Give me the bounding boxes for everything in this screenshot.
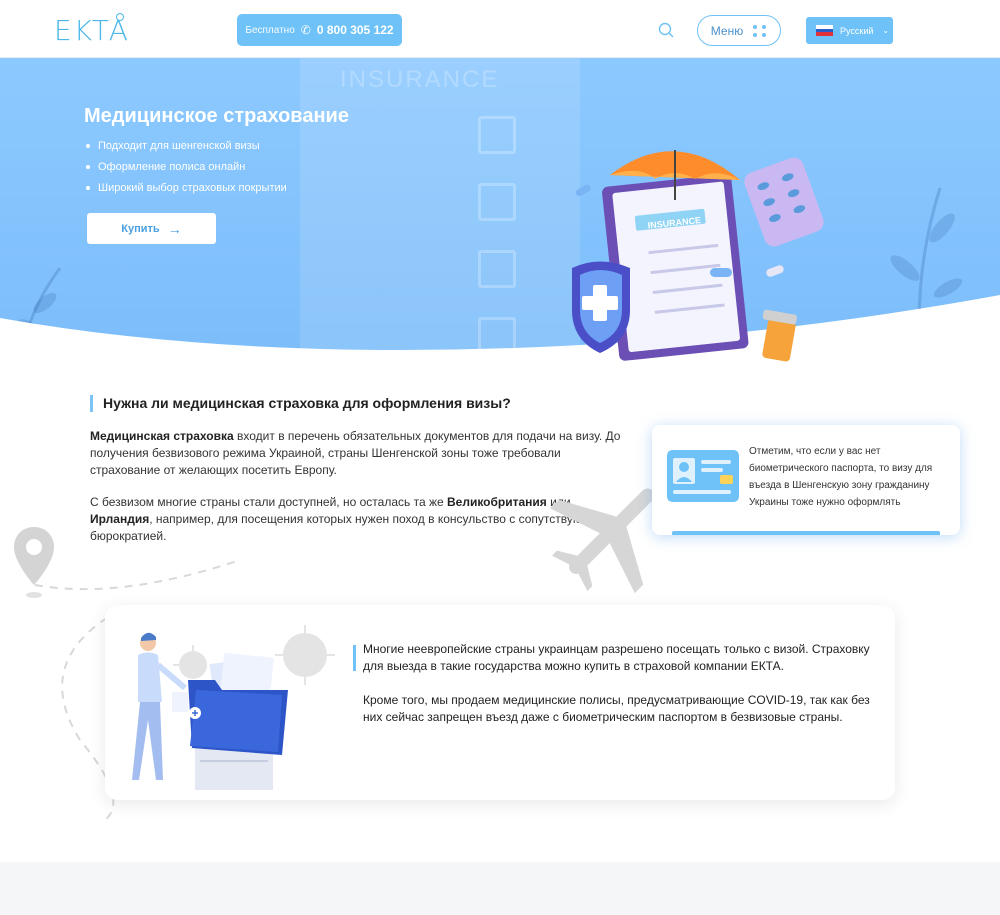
hero-title: Медицинское страхование [84,105,349,127]
footer-band [0,862,1000,915]
search-icon[interactable] [658,22,674,38]
hero-feature-list: Подходит для шенгенской визы Оформление … [86,140,287,203]
phone-number: 0 800 305 122 [316,23,394,37]
section-title: Нужна ли медицинская страховка для оформ… [90,395,511,412]
card2-paragraph-2: Кроме того, мы продаем медицинские полис… [363,693,870,724]
phone-button[interactable]: Бесплатно ✆ 0 800 305 122 [237,14,402,46]
menu-label: Меню [710,23,744,38]
id-card-icon [667,450,739,502]
site-header: EKTA Бесплатно ✆ 0 800 305 122 Меню Русс… [0,0,1000,58]
p2-bold-uk: Великобритания [446,495,547,509]
covid-info-card: Многие неевропейские страны украинцам ра… [105,605,895,800]
chevron-down-icon: ⌄ [882,26,890,35]
p2-text-start: С безвизом многие страны стали доступней… [90,495,447,509]
hero-feature-item: Оформление полиса онлайн [86,161,287,173]
logo-mark-icon [116,13,124,21]
menu-button[interactable]: Меню [697,15,781,46]
buy-label: Купить [121,222,160,235]
hero-feature-item: Широкий выбор страховых покрытии [86,182,287,194]
p1-bold: Медицинская страховка [90,429,234,443]
info-card-text: Отметим, что если у вас нет биометрическ… [749,446,933,508]
background-checkbox-icon [478,116,516,154]
language-selector[interactable]: Русский ⌄ [806,17,893,44]
russia-flag-icon [816,25,833,37]
person-with-folder-illustration [132,625,335,790]
card2-text: Многие неевропейские страны украинцам ра… [363,641,873,743]
language-label: Русский [840,25,874,36]
hero-wave [0,295,1000,370]
p2-text-end: , например, для посещения которых нужен … [90,512,605,543]
hero-background-word: INSURANCE [340,66,500,93]
arrow-right-icon: → [167,220,182,237]
insurance-illustration: INSURANCE [572,150,824,362]
menu-dots-icon [753,24,767,37]
phone-free-label: Бесплатно [245,24,295,36]
info-card-accent [672,531,940,535]
location-pin-icon [14,527,54,598]
background-checkbox-icon [478,183,516,221]
buy-button[interactable]: Купить → [87,213,216,244]
phone-icon: ✆ [300,23,311,37]
biometric-info-card: Отметим, что если у вас нет биометрическ… [652,425,960,535]
p2-bold-ireland: Ирландия [90,512,150,526]
card2-paragraph-1: Многие неевропейские страны украинцам ра… [363,642,870,673]
card2-accent-bar [353,645,356,671]
hero-feature-item: Подходит для шенгенской визы [86,140,287,152]
